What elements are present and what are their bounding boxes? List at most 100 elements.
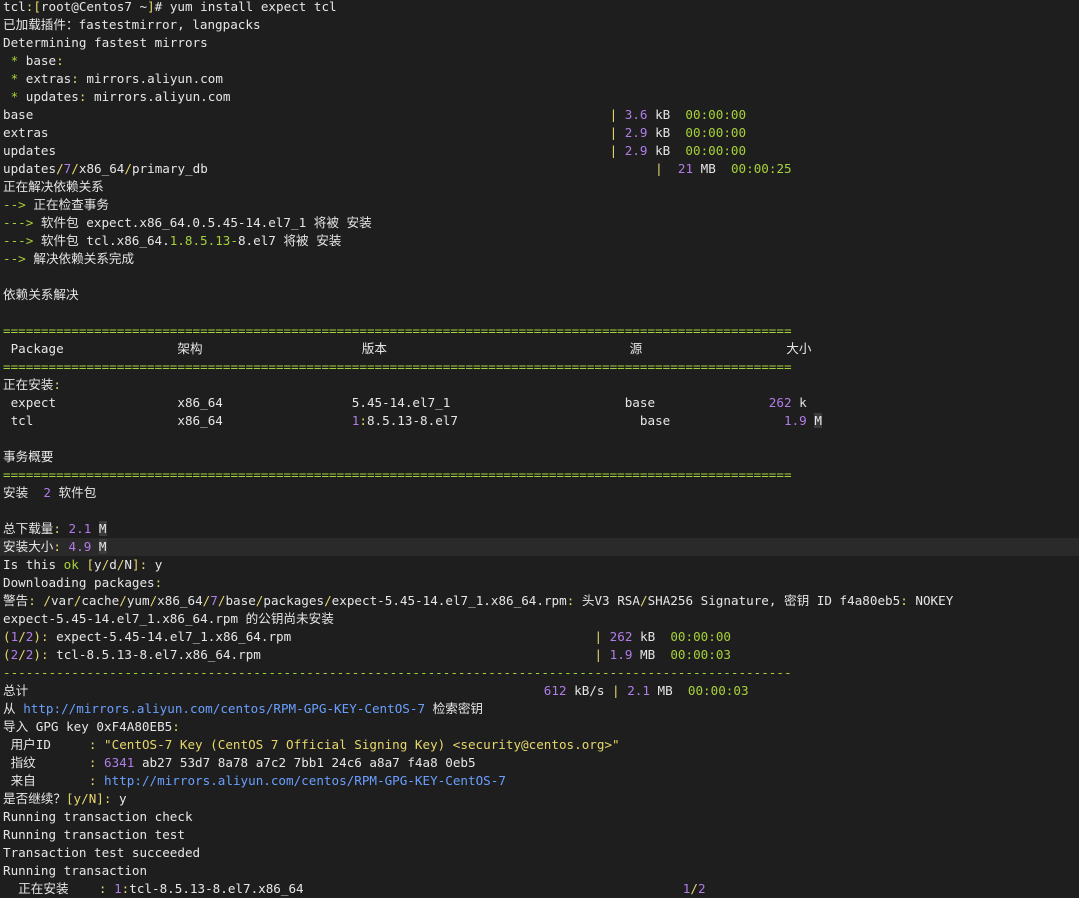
terminal-text: [y/N]:: [65, 791, 112, 806]
terminal-text: ----------------------------------------…: [3, 665, 792, 680]
terminal-text: Running transaction: [3, 863, 148, 878]
terminal-line: expect x86_64 5.45-14.el7_1 base 262 k: [3, 394, 807, 412]
terminal-text: M: [98, 539, 107, 554]
terminal-text: 2.9: [624, 125, 648, 140]
terminal-text: 安装: [3, 485, 44, 500]
terminal-text: 总下载量: [3, 521, 54, 536]
terminal-text: updates: [3, 143, 610, 158]
terminal-text: 4.9: [60, 539, 92, 554]
terminal-text: :: [154, 575, 163, 590]
terminal-line: 是否继续？[y/N]: y: [3, 790, 127, 808]
terminal-text: extras: [25, 71, 72, 86]
cursor-line-highlight: [0, 538, 1079, 556]
terminal-text: 从: [3, 701, 24, 716]
terminal-text: ========================================…: [3, 323, 792, 338]
terminal-text: 00:00:25: [730, 161, 792, 176]
terminal-text: 00:00:00: [685, 125, 747, 140]
terminal-line: tcl x86_64 1:8.5.13-8.el7 base 1.9 M: [3, 412, 822, 430]
terminal-text: :: [900, 593, 908, 608]
terminal-text: MB: [693, 161, 731, 176]
terminal-text: x86_64: [78, 161, 125, 176]
terminal-text: *: [3, 89, 26, 104]
terminal-text: y: [147, 557, 163, 572]
terminal-text: Package 架构 版本 源 大小: [3, 341, 812, 356]
terminal-text: 612: [543, 683, 567, 698]
terminal-text: :: [56, 53, 64, 68]
terminal-text: :: [71, 71, 79, 86]
terminal-text: 00:00:00: [685, 107, 747, 122]
terminal-text: /: [71, 161, 79, 176]
terminal-text: :: [28, 593, 36, 608]
terminal-text: 解决依赖关系完成: [33, 251, 135, 266]
terminal-text: 导入 GPG key 0xF4A80EB5: [3, 719, 173, 734]
terminal-text: 总计: [3, 683, 544, 698]
terminal-text: extras: [3, 125, 610, 140]
terminal-text: base: [25, 53, 57, 68]
terminal-text: MB: [649, 683, 688, 698]
terminal-text: /: [18, 629, 26, 644]
terminal-text: M: [98, 521, 107, 536]
terminal-text: Determining fastest mirrors: [3, 35, 208, 50]
terminal-line: Transaction test succeeded: [3, 844, 200, 862]
terminal-text: |: [612, 683, 628, 698]
terminal-text: tcl x86_64: [3, 413, 352, 428]
terminal-text: 2.1: [627, 683, 650, 698]
terminal-text: ========================================…: [3, 359, 792, 374]
terminal-text: 安装大小: [3, 539, 54, 554]
terminal-line: Running transaction check: [3, 808, 193, 826]
terminal-text: 用户ID: [3, 737, 89, 752]
terminal-line: 正在解决依赖关系: [3, 178, 104, 196]
terminal-text: base: [225, 593, 256, 608]
terminal-text: cache: [81, 593, 120, 608]
terminal-text: 检索密钥: [425, 701, 484, 716]
terminal-line: ========================================…: [3, 322, 792, 340]
terminal-text: y: [111, 791, 127, 806]
terminal-line: tcl:[root@Centos7 ~]# yum install expect…: [3, 0, 337, 16]
terminal-text: Transaction test succeeded: [3, 845, 201, 860]
terminal-text: x86_64: [157, 593, 203, 608]
terminal-text: |: [609, 107, 625, 122]
terminal-text: updates: [25, 89, 79, 104]
terminal-text: mirrors.aliyun.com: [78, 71, 223, 86]
terminal-line: Running transaction: [3, 862, 147, 880]
terminal-line: Running transaction test: [3, 826, 185, 844]
terminal-text: --->: [3, 215, 41, 230]
terminal-line: 安装 2 软件包: [3, 484, 96, 502]
terminal-text: root@Centos7 ~: [40, 0, 148, 14]
terminal-line: updates/7/x86_64/primary_db | 21 MB 00:0…: [3, 160, 792, 178]
terminal-text: :: [172, 719, 180, 734]
terminal-text: *: [3, 53, 26, 68]
terminal-line: 依赖关系解决: [3, 286, 79, 304]
terminal-line: 警告: /var/cache/yum/x86_64/7/base/package…: [3, 592, 953, 610]
terminal-line: ----------------------------------------…: [3, 664, 792, 682]
terminal-line: (2/2): tcl-8.5.13-8.el7.x86_64.rpm | 1.9…: [3, 646, 731, 664]
terminal-text: -->: [3, 251, 34, 266]
terminal-text: kB: [647, 125, 686, 140]
terminal-text: 8.el7 将被 安装: [237, 233, 342, 248]
terminal-text: 依赖关系解决: [3, 287, 79, 302]
terminal-window[interactable]: tcl:[root@Centos7 ~]# yum install expect…: [0, 0, 1079, 896]
terminal-text: tcl-8.5.13-8.el7.x86_64.rpm: [48, 647, 595, 662]
terminal-text: ab27 53d7 8a78 a7c2 7bb1 24c6 a8a7 f4a8 …: [134, 755, 476, 770]
terminal-text: 正在检查事务: [33, 197, 109, 212]
terminal-text: 2.9: [624, 143, 648, 158]
terminal-text: 00:00:03: [670, 647, 731, 662]
terminal-line: 从 http://mirrors.aliyun.com/centos/RPM-G…: [3, 700, 483, 718]
terminal-text: 1.9: [783, 413, 807, 428]
terminal-text: :: [53, 539, 61, 554]
terminal-text: 7: [210, 593, 218, 608]
terminal-text: 262: [768, 395, 792, 410]
terminal-text: y: [94, 557, 102, 572]
terminal-text: expect-5.45-14.el7_1.x86_64.rpm: [48, 629, 595, 644]
terminal-text: 21: [677, 161, 694, 176]
terminal-text: 1.9: [609, 647, 633, 662]
terminal-text: 8.5.13-8.el7 base: [366, 413, 784, 428]
terminal-text: 2: [43, 485, 51, 500]
terminal-text: ]:: [132, 557, 148, 572]
terminal-text: |: [655, 161, 678, 176]
terminal-text: N: [124, 557, 132, 572]
terminal-line: 来自 : http://mirrors.aliyun.com/centos/RP…: [3, 772, 506, 790]
terminal-line: * updates: mirrors.aliyun.com: [3, 88, 231, 106]
terminal-text: kB: [647, 107, 686, 122]
terminal-text: primary_db: [131, 161, 656, 176]
